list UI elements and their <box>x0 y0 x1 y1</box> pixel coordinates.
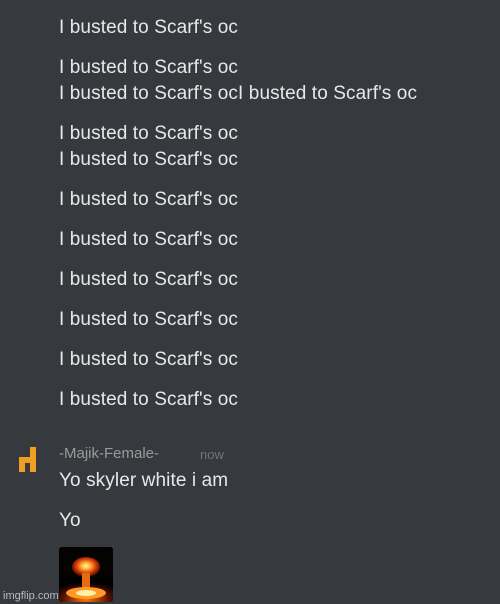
timestamp: now <box>200 447 224 462</box>
orange-glyph-icon <box>19 447 36 472</box>
nuclear-explosion-image[interactable] <box>59 547 113 602</box>
message-text: I busted to Scarf's oc <box>59 57 239 78</box>
chat-log: I busted to Scarf's oc I busted to Scarf… <box>0 0 500 604</box>
message-text: Yo skyler white i am <box>59 470 229 491</box>
message-text: I busted to Scarf's oc <box>59 309 239 330</box>
message-text: I busted to Scarf's ocI busted to Scarf'… <box>59 83 418 104</box>
message-text: I busted to Scarf's oc <box>59 17 239 38</box>
explosion-icon <box>59 547 113 602</box>
imgflip-watermark: imgflip.com <box>3 590 59 602</box>
message-text: Yo <box>59 510 81 531</box>
message-text: I busted to Scarf's oc <box>59 349 239 370</box>
message-text: I busted to Scarf's oc <box>59 123 239 144</box>
user-avatar[interactable] <box>14 446 42 474</box>
username[interactable]: -Majik-Female- <box>59 445 159 463</box>
message-text: I busted to Scarf's oc <box>59 149 239 170</box>
message-text: I busted to Scarf's oc <box>59 269 239 290</box>
message-text: I busted to Scarf's oc <box>59 389 239 410</box>
message-text: I busted to Scarf's oc <box>59 189 239 210</box>
message-text: I busted to Scarf's oc <box>59 229 239 250</box>
